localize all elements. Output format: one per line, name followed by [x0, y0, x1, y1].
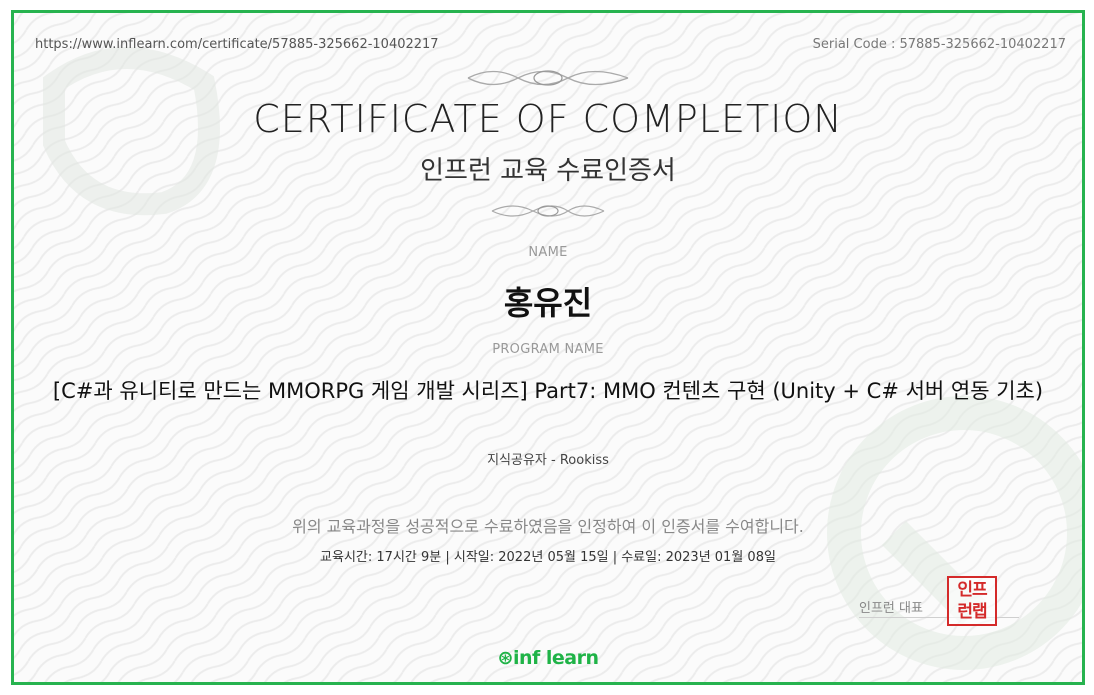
- name-label: NAME: [528, 245, 568, 260]
- certificate-url: https://www.inflearn.com/certificate/578…: [35, 37, 439, 52]
- inflearn-logo: ⊛inf learn: [14, 647, 1082, 669]
- program-name: [C#과 유니티로 만드는 MMORPG 게임 개발 시리즈] Part7: M…: [52, 379, 1044, 403]
- course-period: 교육시간: 17시간 9분 | 시작일: 2022년 05월 15일 | 수료일…: [320, 550, 776, 565]
- instructor: 지식공유자 - Rookiss: [487, 453, 609, 468]
- program-label: PROGRAM NAME: [492, 342, 604, 357]
- certificate-title: CERTIFICATE OF COMPLETION: [253, 97, 843, 141]
- logo-icon: ⊛: [497, 647, 514, 669]
- representative-label: 인프런 대표: [859, 601, 923, 616]
- recipient-name: 홍유진: [503, 284, 593, 322]
- company-seal-stamp: 인프 런랩: [947, 576, 997, 626]
- bottom-flourish-ornament: [491, 205, 605, 217]
- completion-statement: 위의 교육과정을 성공적으로 수료하였음을 인정하여 이 인증서를 수여합니다.: [292, 517, 804, 536]
- logo-text: inf learn: [512, 647, 599, 669]
- certificate-frame: https://www.inflearn.com/certificate/578…: [11, 10, 1085, 685]
- certificate-subtitle: 인프런 교육 수료인증서: [420, 156, 676, 186]
- serial-code: Serial Code : 57885-325662-10402217: [812, 37, 1066, 52]
- top-flourish-ornament: [467, 70, 629, 86]
